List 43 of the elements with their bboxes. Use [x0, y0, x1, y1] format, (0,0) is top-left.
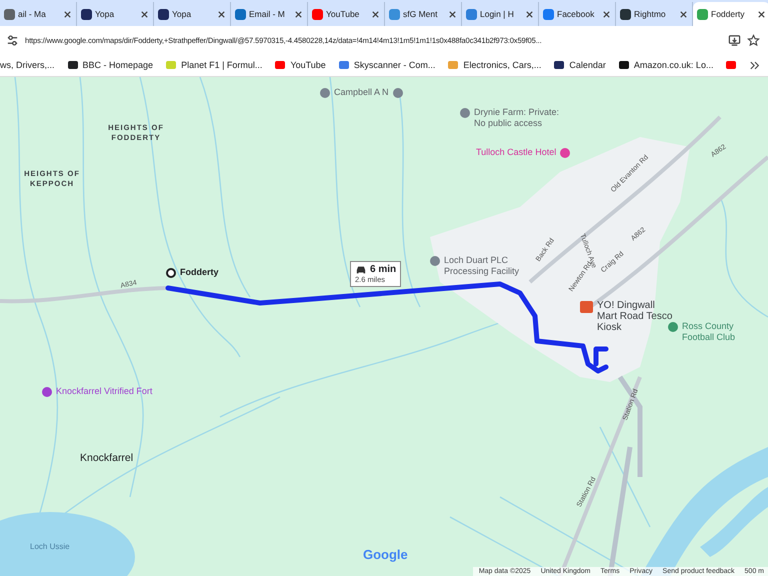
close-icon[interactable] [63, 10, 72, 18]
bookmark[interactable]: YouTube [275, 60, 326, 70]
bookmark[interactable]: ws, Drivers,... [0, 60, 55, 70]
chevron-icon[interactable] [750, 60, 760, 70]
car-icon [355, 264, 367, 274]
place-pin-icon [668, 322, 678, 332]
map-place-label[interactable]: Tulloch Castle Hotel [476, 147, 586, 158]
tune-icon[interactable] [6, 34, 19, 46]
bookmark[interactable]: Amazon.co.uk: Lo... [618, 60, 714, 70]
map-place-label[interactable]: Knockfarrel [80, 453, 160, 464]
close-icon[interactable] [217, 10, 226, 18]
close-icon[interactable] [602, 10, 611, 18]
place-pin-icon [460, 108, 470, 118]
close-icon[interactable] [525, 10, 534, 18]
map-place-label[interactable]: Fodderty [166, 267, 236, 278]
close-icon[interactable] [140, 10, 149, 18]
close-icon[interactable] [757, 10, 766, 18]
place-pin-icon [320, 88, 330, 98]
bookmark[interactable]: Electronics, Cars,... [448, 60, 542, 70]
bookmark[interactable]: Planet F1 | Formul... [166, 60, 262, 70]
close-icon[interactable] [679, 10, 688, 18]
bookmark[interactable]: BBC - Homepage [68, 60, 154, 70]
place-pin-icon [580, 301, 593, 313]
install-icon[interactable] [728, 34, 741, 46]
map-logo: Google [363, 547, 408, 562]
bookmark[interactable]: Skyscanner - Com... [338, 60, 436, 70]
bookmark-icon[interactable] [726, 61, 736, 69]
place-pin-icon [42, 387, 52, 397]
star-icon[interactable] [747, 34, 760, 46]
place-pin-icon [430, 256, 440, 266]
place-pin-icon [560, 148, 570, 158]
map-place-label[interactable]: Loch Duart PLC Processing Facility [430, 255, 535, 277]
map-place-label[interactable]: Knockfarrel Vitrified Fort [42, 386, 172, 397]
place-pin-icon [392, 88, 403, 98]
bookmark[interactable]: Calendar [554, 60, 606, 70]
browser-tab[interactable]: Fodderty [693, 2, 768, 26]
close-icon[interactable] [371, 10, 380, 18]
map-place-label[interactable]: Campbell A N [320, 87, 410, 98]
map-place-label[interactable]: YO! Dingwall Mart Road Tesco Kiosk [580, 300, 675, 333]
close-icon[interactable] [448, 10, 457, 18]
close-icon[interactable] [294, 10, 303, 18]
place-pin-icon [166, 268, 176, 278]
map-place-label[interactable]: Drynie Farm: Private: No public access [460, 107, 570, 129]
